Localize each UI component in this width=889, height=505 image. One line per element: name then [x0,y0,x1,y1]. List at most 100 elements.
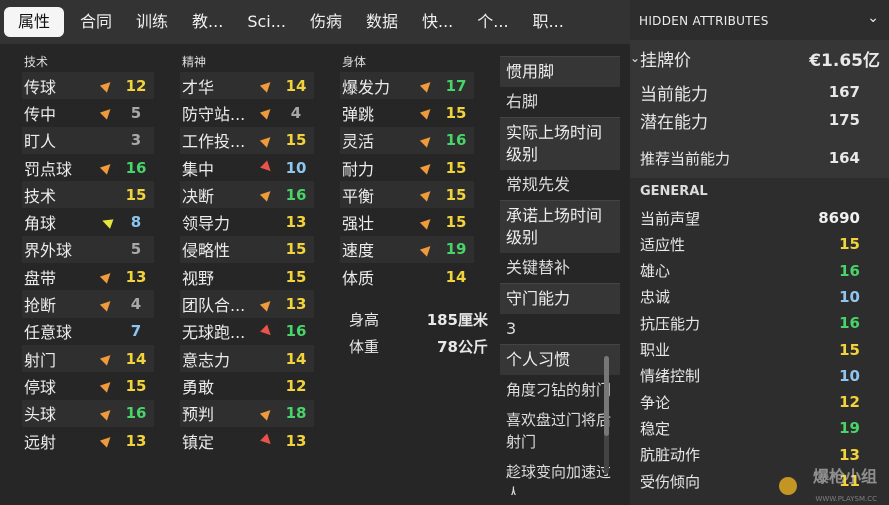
watermark-url: WWW.PLAYSM.CC [815,495,877,503]
technical-attribute-row[interactable]: 角球 ▶ 8 [22,208,154,235]
mental-attribute-row[interactable]: 意志力 14 [180,344,314,373]
tab-7[interactable]: 快... [410,7,465,37]
height-value: 185厘米 [426,311,488,329]
trait-item: 喜欢盘过门将后射门 [506,411,612,451]
traits-scroll-thumb[interactable] [604,356,609,436]
technical-attribute-row[interactable]: 界外球 5 [22,235,154,264]
technical-attribute-row[interactable]: 盘带 ▲ 13 [22,263,154,290]
player-info-list: 惯用脚 右脚 实际上场时间级别 常规先发 承诺上场时间级别 关键替补 守门能力 … [500,56,620,495]
attribute-value: 15 [285,240,307,259]
attribute-label: 体质 [342,268,375,288]
general-attribute-row: 适应性 15 [640,232,880,256]
attribute-value: 17 [445,76,467,95]
attribute-value: 19 [445,240,467,259]
physical-attribute-row[interactable]: 灵活 ▲ 16 [340,126,474,154]
trend-down-icon: ▼ [258,158,276,177]
trend-up-icon: ▲ [418,158,436,177]
attribute-label: 抢断 [24,296,57,316]
technical-attribute-row[interactable]: 罚点球 ▲ 16 [22,154,154,181]
physical-attribute-row[interactable]: 强壮 ▲ 15 [340,208,474,235]
attribute-label: 才华 [182,77,215,97]
technical-attribute-row[interactable]: 传中 ▲ 5 [22,99,154,126]
mental-attribute-row[interactable]: 才华 ▲ 14 [180,72,314,100]
physical-attribute-row[interactable]: 体质 14 [340,263,474,290]
attribute-label: 工作投... [182,132,246,152]
tab-5[interactable]: 伤病 [298,7,354,37]
tab-1[interactable]: 合同 [68,7,124,37]
technical-attribute-row[interactable]: 远射 ▲ 13 [22,427,154,454]
general-attribute-value: 16 [839,314,860,333]
attribute-label: 盯人 [24,132,57,152]
traits-scrollbar[interactable] [604,356,609,474]
attribute-value: 4 [130,295,142,314]
attribute-value: 5 [130,103,142,122]
general-attribute-row: 抗压能力 16 [640,311,880,335]
technical-attribute-row[interactable]: 盯人 3 [22,126,154,154]
mental-attribute-row[interactable]: 镇定 ▼ 13 [180,427,314,454]
weight-row: 体重 78公斤 [340,333,496,360]
general-attribute-label: 受伤倾向 [640,472,701,491]
technical-attribute-row[interactable]: 射门 ▲ 14 [22,344,154,373]
attribute-value: 13 [285,213,307,232]
hidden-attributes-panel: HIDDEN ATTRIBUTES ⌄ ⌄ 挂牌价 €1.65亿 当前能力 16… [630,0,889,505]
attribute-label: 决断 [182,186,215,206]
physical-attribute-row[interactable]: 弹跳 ▲ 15 [340,99,474,126]
mental-attribute-row[interactable]: 工作投... ▲ 15 [180,126,314,154]
chevron-down-icon[interactable]: ⌄ [867,10,879,26]
trend-up-icon: ▲ [258,76,276,95]
attribute-value: 15 [445,185,467,204]
tab-9[interactable]: 职... [521,7,576,37]
physical-attribute-row[interactable]: 速度 ▲ 19 [340,235,474,264]
mental-attribute-row[interactable]: 防守站... ▲ 4 [180,99,314,126]
attribute-value: 15 [445,213,467,232]
mental-heading: 精神 [182,55,207,69]
technical-attribute-row[interactable]: 传球 ▲ 12 [22,72,154,100]
physical-attribute-row[interactable]: 爆发力 ▲ 17 [340,72,474,100]
mental-attribute-row[interactable]: 勇敢 12 [180,372,314,399]
general-attribute-label: 雄心 [640,262,671,281]
technical-attribute-row[interactable]: 技术 15 [22,181,154,209]
player-traits-list[interactable]: 角度刁钻的射门 喜欢盘过门将后射门 趁球变向加速过人 [500,375,620,495]
technical-attribute-row[interactable]: 停球 ▲ 15 [22,372,154,399]
attribute-label: 盘带 [24,268,57,288]
mental-attribute-row[interactable]: 决断 ▲ 16 [180,181,314,209]
attribute-value: 15 [285,131,307,150]
attribute-value: 15 [125,376,147,395]
asking-price-value: €1.65亿 [809,50,880,71]
technical-attribute-row[interactable]: 头球 ▲ 16 [22,399,154,427]
attribute-value: 16 [125,404,147,423]
tab-3[interactable]: 教... [180,7,235,37]
general-attribute-label: 职业 [640,341,671,359]
attribute-value: 3 [130,131,142,150]
current-ability-row: 当前能力 167 [640,80,880,105]
general-attribute-value: 8690 [818,209,860,227]
tab-4[interactable]: Sci... [235,7,298,37]
technical-attribute-row[interactable]: 抢断 ▲ 4 [22,290,154,318]
general-attribute-label: 适应性 [640,235,686,254]
technical-attribute-row[interactable]: 任意球 7 [22,318,154,345]
physical-attribute-row[interactable]: 平衡 ▲ 15 [340,181,474,209]
trait-item: 角度刁钻的射门 [506,381,612,399]
watermark-text: 爆枪小组 [812,467,877,486]
attribute-label: 技术 [24,186,57,206]
attribute-value: 13 [285,295,307,314]
collapse-chevron-icon[interactable]: ⌄ [630,51,640,65]
tab-8[interactable]: 个... [465,7,520,37]
actual-playing-time-value: 常规先发 [506,175,571,194]
tab-6[interactable]: 数据 [354,7,410,37]
player-traits-label: 个人习惯 [500,344,620,375]
mental-attribute-row[interactable]: 视野 15 [180,263,314,290]
mental-attribute-row[interactable]: 领导力 13 [180,208,314,235]
mental-attribute-row[interactable]: 团队合... ▲ 13 [180,290,314,318]
general-attribute-value: 13 [839,445,860,464]
attribute-value: 14 [125,349,147,368]
mental-attribute-row[interactable]: 集中 ▼ 10 [180,154,314,181]
mental-attribute-row[interactable]: 侵略性 15 [180,235,314,264]
tab-0[interactable]: 属性 [4,7,65,37]
attribute-value: 15 [445,103,467,122]
tab-2[interactable]: 训练 [124,7,180,37]
general-attribute-value: 10 [839,287,860,306]
mental-attribute-row[interactable]: 无球跑... ▼ 16 [180,318,314,345]
physical-attribute-row[interactable]: 耐力 ▲ 15 [340,154,474,181]
mental-attribute-row[interactable]: 预判 ▲ 18 [180,399,314,427]
